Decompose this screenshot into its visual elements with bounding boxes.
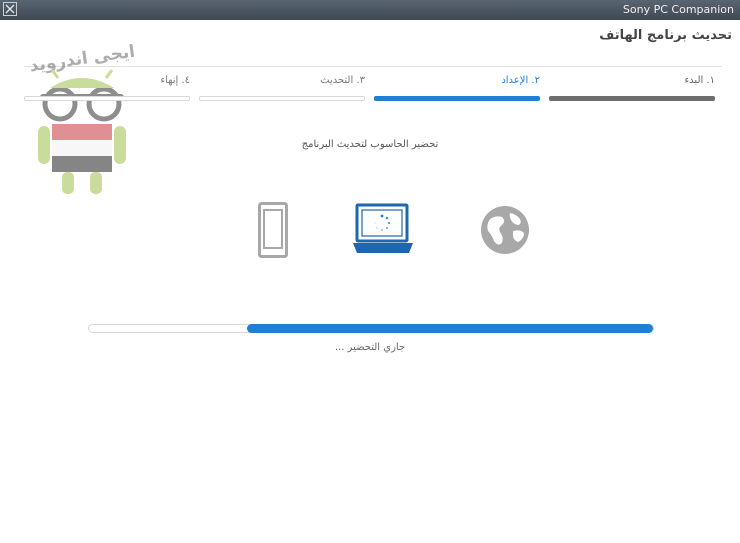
window-titlebar: Sony PC Companion (0, 0, 740, 20)
app-title: Sony PC Companion (622, 3, 734, 16)
step-bar-update (199, 96, 365, 101)
step-bar-finish (24, 96, 190, 101)
close-icon (5, 4, 15, 14)
step-label-update: ٣. التحديث (320, 75, 365, 86)
step-label-start: ١. البدء (684, 75, 715, 86)
step-label-finish: ٤. إنهاء (160, 75, 190, 86)
laptop-device (353, 203, 413, 259)
page-title: تحديث برنامج الهاتف (599, 28, 732, 43)
phone-device (258, 202, 288, 262)
step-label-setup: ٢. الإعداد (501, 75, 540, 86)
laptop-icon (353, 203, 413, 253)
step-bar-setup (374, 96, 540, 101)
progress-fill (246, 324, 653, 333)
step-bar-start (549, 96, 715, 101)
preparation-progress-bar (88, 324, 654, 333)
android-mascot-icon: ايجى اندرويد (28, 42, 136, 194)
status-text: جاري التحضير ... (334, 342, 406, 353)
close-button[interactable] (3, 2, 17, 16)
watermark-text: ايجى اندرويد (28, 42, 136, 77)
internet-globe (480, 205, 530, 259)
instruction-text: تحضير الحاسوب لتحديث البرنامج (301, 139, 439, 150)
watermark-logo: ايجى اندرويد (18, 38, 148, 198)
globe-icon (481, 206, 529, 254)
phone-icon (258, 202, 288, 258)
